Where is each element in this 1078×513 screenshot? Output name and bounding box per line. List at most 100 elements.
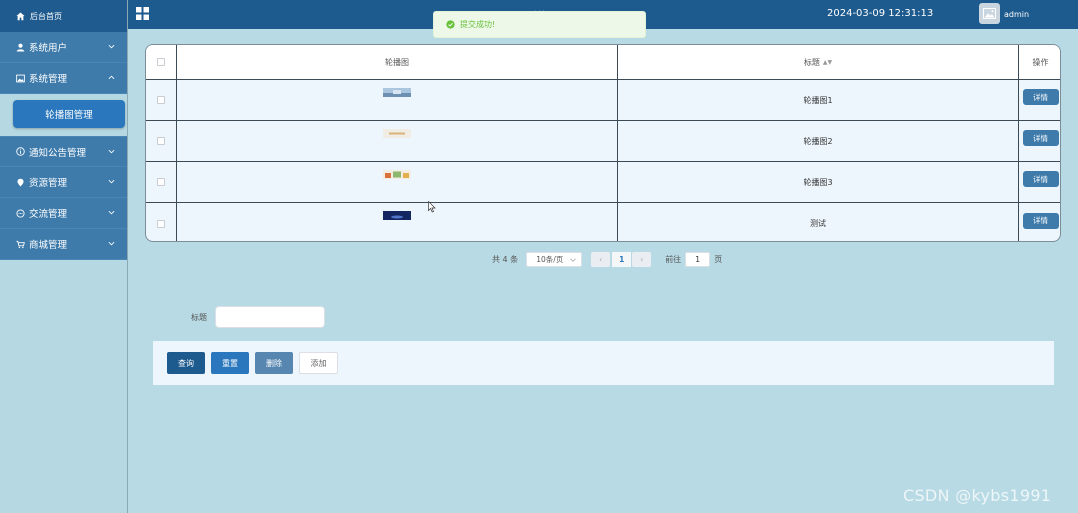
row-checkbox[interactable] <box>157 178 165 186</box>
sort-icon[interactable]: ▲▼ <box>823 59 832 66</box>
sidebar-item-label: 通知公告管理 <box>29 147 87 159</box>
chevron-down-icon <box>570 258 576 262</box>
header-checkbox-cell <box>146 45 177 79</box>
chat-icon <box>16 208 25 218</box>
username[interactable]: admin <box>1004 10 1029 19</box>
sidebar-item-label: 资源管理 <box>29 178 68 189</box>
sidebar-item-label: 商城管理 <box>29 240 68 251</box>
header-operation-cell: 操作 <box>1019 45 1060 79</box>
sidebar-item-resources[interactable]: 资源管理 <box>0 167 127 198</box>
sidebar-item-notices[interactable]: 通知公告管理 <box>0 136 127 167</box>
sidebar-item-system[interactable]: 系统管理 <box>0 63 127 94</box>
search-title-label: 标题 <box>191 313 207 322</box>
sidebar-home-label: 后台首页 <box>30 11 62 21</box>
row-title: 轮播图3 <box>803 177 833 187</box>
select-all-checkbox[interactable] <box>157 58 165 66</box>
image-icon <box>16 74 25 82</box>
sidebar-home[interactable]: 后台首页 <box>0 0 127 32</box>
row-title: 测试 <box>810 219 826 228</box>
chevron-up-icon <box>108 75 115 80</box>
watermark: CSDN @kybs1991 <box>903 486 1052 505</box>
row-title-cell: 轮播图1 <box>618 80 1019 120</box>
header-operation: 操作 <box>1032 57 1049 67</box>
row-checkbox-cell <box>146 80 177 120</box>
row-title-cell: 轮播图2 <box>618 121 1019 161</box>
page-size-value: 10条/页 <box>536 255 564 264</box>
prev-page-button[interactable]: ‹ <box>591 252 611 267</box>
reset-button[interactable]: 重置 <box>211 352 249 374</box>
row-image-cell <box>177 121 618 161</box>
row-checkbox[interactable] <box>157 219 165 228</box>
table-header: 轮播图 标题 ▲▼ 操作 <box>146 45 1060 80</box>
pagination-total: 共 4 条 <box>492 255 519 264</box>
delete-button[interactable]: 删除 <box>255 352 293 374</box>
row-checkbox[interactable] <box>157 137 165 145</box>
detail-button[interactable]: 详情 <box>1022 130 1059 146</box>
row-operation-cell: 详情 <box>1019 162 1060 202</box>
row-checkbox[interactable] <box>157 96 165 104</box>
mouse-cursor-icon <box>428 201 436 213</box>
sidebar-item-label: 系统用户 <box>29 43 68 54</box>
datetime: 2024-03-09 12:31:13 <box>827 8 934 19</box>
next-page-button[interactable]: › <box>632 252 652 267</box>
row-image-cell <box>177 203 618 241</box>
header-image: 轮播图 <box>385 57 409 67</box>
goto-page-input[interactable]: 1 <box>685 252 711 267</box>
pagination: 共 4 条 10条/页 ‹ 1 › 前往 1 页 <box>492 252 722 267</box>
row-operation-cell: 详情 <box>1019 121 1060 161</box>
row-image-cell <box>177 80 618 120</box>
chevron-down-icon <box>108 149 115 153</box>
goto-label: 前往 <box>665 255 682 264</box>
sidebar-item-shop[interactable]: 商城管理 <box>0 229 127 260</box>
sidebar-item-users[interactable]: 系统用户 <box>0 32 127 63</box>
detail-button[interactable]: 详情 <box>1022 212 1059 229</box>
success-toast: 提交成功! <box>433 11 646 38</box>
carousel-thumbnail[interactable] <box>383 87 411 97</box>
detail-button[interactable]: 详情 <box>1022 89 1059 105</box>
chevron-down-icon <box>108 210 115 215</box>
add-button[interactable]: 添加 <box>299 352 338 374</box>
table-row: 轮播图2 详情 <box>146 121 1060 162</box>
page-size-select[interactable]: 10条/页 <box>526 252 583 267</box>
row-title-cell: 测试 <box>618 203 1019 241</box>
row-image-cell <box>177 162 618 202</box>
row-checkbox-cell <box>146 203 177 241</box>
detail-button[interactable]: 详情 <box>1022 171 1059 187</box>
location-icon <box>17 178 24 186</box>
search-title-input[interactable] <box>215 306 325 328</box>
sidebar-item-exchange[interactable]: 交流管理 <box>0 198 127 229</box>
cart-icon <box>16 240 25 248</box>
success-check-icon <box>446 20 455 29</box>
carousel-thumbnail[interactable] <box>383 169 411 179</box>
header-title: 标题 <box>803 57 820 67</box>
sidebar-item-label: 系统管理 <box>29 74 68 85</box>
query-button[interactable]: 查询 <box>167 352 205 374</box>
header-title-cell[interactable]: 标题 ▲▼ <box>618 45 1019 79</box>
home-icon <box>16 11 25 20</box>
table-row: 测试 详情 <box>146 203 1060 241</box>
page-unit-label: 页 <box>714 255 723 264</box>
row-checkbox-cell <box>146 121 177 161</box>
chevron-down-icon <box>108 241 115 246</box>
action-bar: 查询 重置 删除 添加 <box>153 341 1054 385</box>
toast-message: 提交成功! <box>460 20 496 29</box>
table-row: 轮播图3 详情 <box>146 162 1060 203</box>
row-operation-cell: 详情 <box>1019 80 1060 120</box>
row-checkbox-cell <box>146 162 177 202</box>
row-title-cell: 轮播图3 <box>618 162 1019 202</box>
carousel-thumbnail[interactable] <box>383 128 411 138</box>
carousel-thumbnail[interactable] <box>383 211 411 220</box>
avatar[interactable] <box>979 3 1000 24</box>
chevron-down-icon <box>108 44 115 49</box>
chevron-down-icon <box>108 179 115 184</box>
sidebar-item-label: 交流管理 <box>29 209 68 220</box>
info-icon <box>16 147 25 156</box>
page-number[interactable]: 1 <box>612 252 632 267</box>
carousel-table: 轮播图 标题 ▲▼ 操作 轮播图1 详情 轮播图2 详情 轮播图3 详情 测试 详… <box>145 44 1061 242</box>
sidebar-subitem-carousel[interactable]: 轮播图管理 <box>13 100 125 128</box>
grid-menu-icon[interactable] <box>136 7 149 20</box>
avatar-image-icon <box>983 8 996 19</box>
row-title: 轮播图2 <box>803 136 833 146</box>
row-title: 轮播图1 <box>803 95 833 105</box>
sidebar-submenu: 轮播图管理 <box>0 94 127 136</box>
